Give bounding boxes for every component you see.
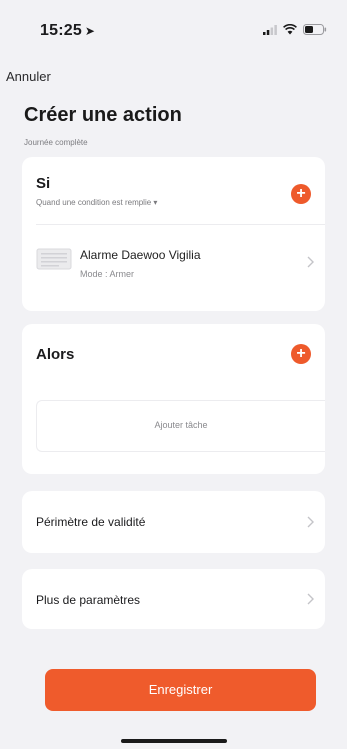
battery-icon xyxy=(303,24,327,35)
alarm-device-icon xyxy=(36,248,72,270)
add-task-button[interactable]: Ajouter tâche xyxy=(36,400,325,452)
more-settings-row[interactable]: Plus de paramètres xyxy=(22,569,325,629)
device-condition-row[interactable]: Alarme Daewoo Vigilia Mode : Armer xyxy=(22,229,325,289)
validity-scope-row[interactable]: Périmètre de validité xyxy=(22,491,325,553)
alors-title: Alors xyxy=(36,346,75,363)
device-name: Alarme Daewoo Vigilia xyxy=(80,248,201,262)
status-bar: 15:25 ➤ xyxy=(0,0,347,60)
chevron-right-icon xyxy=(307,256,314,268)
status-time: 15:25 ➤ xyxy=(40,22,95,40)
condition-selector[interactable]: Quand une condition est remplie ▾ xyxy=(36,198,157,207)
more-settings-label: Plus de paramètres xyxy=(36,593,141,607)
status-icons xyxy=(263,24,327,35)
add-action-button[interactable]: + xyxy=(291,344,311,364)
chevron-right-icon xyxy=(307,516,314,528)
wifi-icon xyxy=(283,24,297,35)
save-button[interactable]: Enregistrer xyxy=(45,669,316,711)
add-condition-button[interactable]: + xyxy=(291,184,311,204)
cellular-signal-icon xyxy=(263,24,277,35)
alors-card: Alors + Ajouter tâche xyxy=(22,324,325,474)
add-task-label: Ajouter tâche xyxy=(154,420,208,430)
validity-scope-label: Périmètre de validité xyxy=(36,515,146,529)
page-subtitle: Journée complète xyxy=(24,138,88,147)
plus-icon: + xyxy=(296,185,306,202)
chevron-down-icon: ▾ xyxy=(153,198,158,207)
plus-icon: + xyxy=(296,345,306,362)
device-mode: Mode : Armer xyxy=(80,269,135,279)
page-title: Créer une action xyxy=(24,104,182,126)
condition-label: Quand une condition est remplie xyxy=(36,198,152,207)
divider xyxy=(36,224,325,225)
location-arrow-icon: ➤ xyxy=(84,24,96,38)
home-indicator xyxy=(121,739,227,743)
si-title: Si xyxy=(36,175,51,192)
cancel-button[interactable]: Annuler xyxy=(6,69,51,84)
si-card: Si Quand une condition est remplie ▾ + A… xyxy=(22,157,325,311)
chevron-right-icon xyxy=(307,593,314,605)
clock: 15:25 xyxy=(40,22,82,39)
